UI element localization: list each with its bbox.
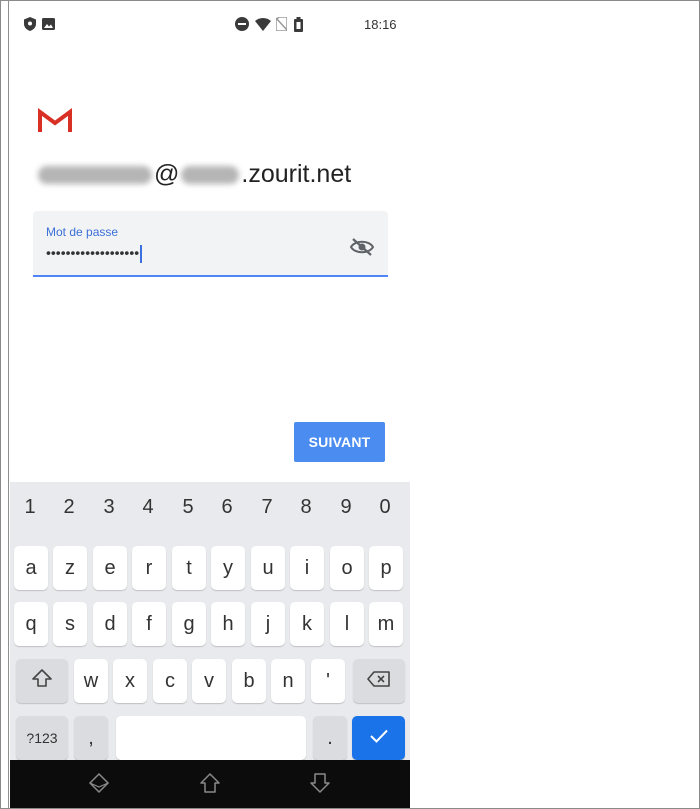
key-k[interactable]: k [290,602,324,646]
wifi-icon [255,17,271,31]
password-input[interactable]: ••••••••••••••••••• [46,244,143,263]
key-l[interactable]: l [330,602,364,646]
key-i[interactable]: i [290,546,324,590]
backspace-key[interactable] [353,659,405,703]
key-h[interactable]: h [211,602,245,646]
battery-icon [294,16,303,32]
key-j[interactable]: j [251,602,285,646]
key-a[interactable]: a [14,546,48,590]
number-row: 1 2 3 4 5 6 7 8 9 0 [10,496,410,528]
recents-icon[interactable] [309,772,331,794]
backspace-icon [367,670,391,693]
do-not-disturb-icon [235,17,249,31]
phone-screen: 18:16 @ .zourit.net Mot de passe ••••••••… [10,8,410,808]
shift-icon [32,669,52,693]
clock: 18:16 [364,17,397,32]
key-o[interactable]: o [330,546,364,590]
key-b[interactable]: b [232,659,266,703]
soft-keyboard: 1 2 3 4 5 6 7 8 9 0 a z e r t y u i o p … [10,482,410,760]
key-m[interactable]: m [369,602,403,646]
key-v[interactable]: v [192,659,226,703]
shift-key[interactable] [16,659,68,703]
system-nav-bar [10,760,410,808]
key-8[interactable]: 8 [288,496,324,519]
key-n[interactable]: n [271,659,305,703]
shield-icon [24,17,36,31]
key-y[interactable]: y [211,546,245,590]
key-d[interactable]: d [93,602,127,646]
key-e[interactable]: e [93,546,127,590]
space-bar[interactable] [116,716,306,760]
period-key[interactable]: . [313,716,347,760]
account-email: @ .zourit.net [38,160,351,189]
key-1[interactable]: 1 [12,496,48,519]
key-c[interactable]: c [153,659,187,703]
back-icon[interactable] [88,772,110,794]
no-sim-icon [276,17,287,31]
key-g[interactable]: g [172,602,206,646]
key-5[interactable]: 5 [170,496,206,519]
key-r[interactable]: r [132,546,166,590]
email-redacted-local [38,166,152,185]
key-7[interactable]: 7 [249,496,285,519]
gmail-logo [38,108,72,134]
key-s[interactable]: s [53,602,87,646]
next-button[interactable]: SUIVANT [294,422,385,462]
key-apostrophe[interactable]: ' [311,659,345,703]
home-icon[interactable] [199,772,221,794]
password-masked-value: ••••••••••••••••••• [46,244,140,261]
key-0[interactable]: 0 [367,496,403,519]
left-divider [8,0,9,809]
email-at: @ [154,160,180,188]
password-field[interactable]: Mot de passe ••••••••••••••••••• [33,211,388,277]
key-u[interactable]: u [251,546,285,590]
key-q[interactable]: q [14,602,48,646]
key-w[interactable]: w [74,659,108,703]
visibility-off-icon[interactable] [349,237,375,257]
key-9[interactable]: 9 [328,496,364,519]
key-x[interactable]: x [113,659,147,703]
checkmark-icon [369,727,389,750]
key-p[interactable]: p [369,546,403,590]
status-bar: 18:16 [10,8,410,40]
password-label: Mot de passe [46,225,119,239]
key-t[interactable]: t [172,546,206,590]
key-2[interactable]: 2 [51,496,87,519]
key-3[interactable]: 3 [91,496,127,519]
key-6[interactable]: 6 [209,496,245,519]
symbols-key[interactable]: ?123 [16,716,68,760]
key-4[interactable]: 4 [130,496,166,519]
image-icon [42,17,55,31]
key-z[interactable]: z [53,546,87,590]
text-caret [140,245,143,263]
key-f[interactable]: f [132,602,166,646]
comma-key[interactable]: , [74,716,108,760]
email-suffix: .zourit.net [241,160,352,188]
enter-key[interactable] [352,716,405,760]
email-redacted-domain [181,166,240,185]
